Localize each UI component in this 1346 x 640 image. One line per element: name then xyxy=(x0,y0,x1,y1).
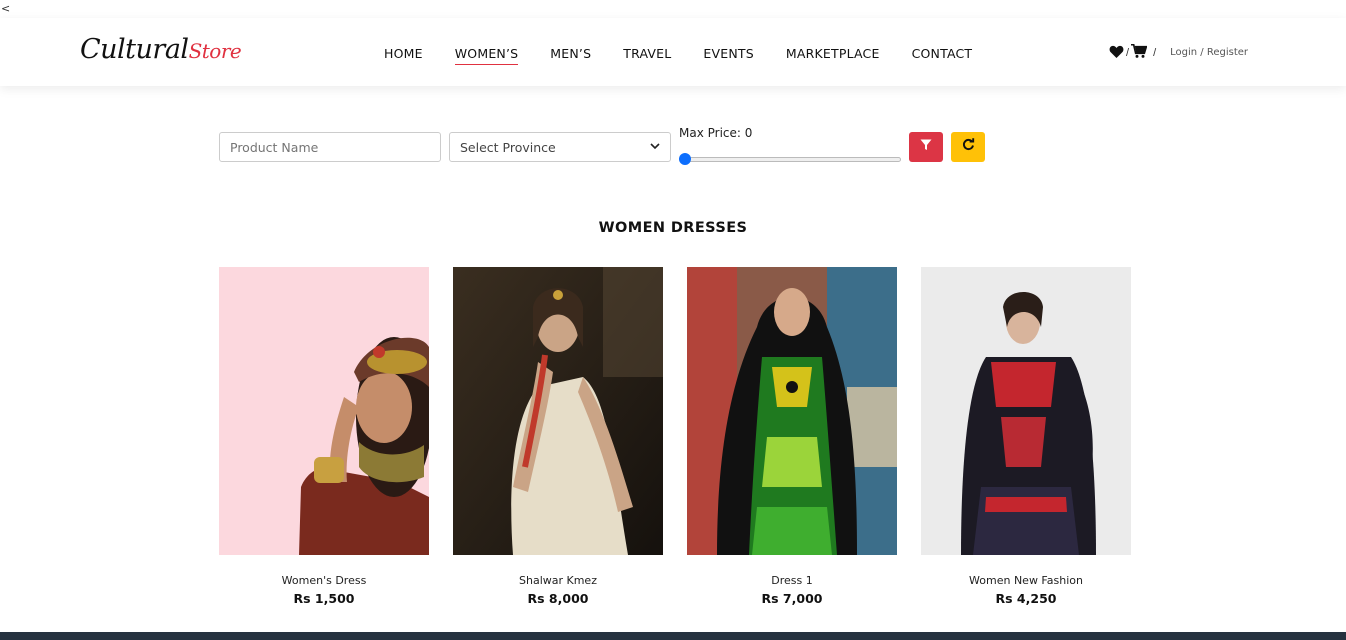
product-name: Dress 1 xyxy=(771,574,813,587)
max-price-slider[interactable] xyxy=(679,153,901,165)
product-card[interactable]: Women New Fashion Rs 4,250 xyxy=(921,267,1131,606)
province-select[interactable]: Select Province xyxy=(449,132,671,162)
nav-contact[interactable]: CONTACT xyxy=(912,46,973,65)
product-name-input[interactable] xyxy=(219,132,441,162)
nav-womens[interactable]: WOMEN’S xyxy=(454,46,519,65)
product-price: Rs 8,000 xyxy=(527,591,589,606)
product-name: Women New Fashion xyxy=(969,574,1083,587)
heart-icon[interactable] xyxy=(1109,45,1124,61)
product-card[interactable]: Shalwar Kmez Rs 8,000 xyxy=(453,267,663,606)
main-nav: HOME WOMEN’S MEN’S TRAVEL EVENTS MARKETP… xyxy=(384,46,1004,65)
nav-events[interactable]: EVENTS xyxy=(703,46,753,65)
nav-user-area: / / Login / Register xyxy=(1109,43,1248,61)
filter-icon xyxy=(920,138,932,156)
filter-button[interactable] xyxy=(909,132,943,162)
product-name: Shalwar Kmez xyxy=(519,574,597,587)
slider-track xyxy=(679,157,901,162)
cart-icon[interactable] xyxy=(1131,43,1148,61)
stray-character: < xyxy=(1,2,11,15)
separator: / xyxy=(1126,46,1130,59)
brand-logo[interactable]: CulturalStore xyxy=(80,34,242,65)
slider-thumb[interactable] xyxy=(679,153,691,165)
product-name: Women's Dress xyxy=(281,574,367,587)
login-register-link[interactable]: Login / Register xyxy=(1170,47,1248,58)
nav-home[interactable]: HOME xyxy=(384,46,423,65)
nav-marketplace[interactable]: MARKETPLACE xyxy=(786,46,880,65)
footer xyxy=(0,632,1346,640)
product-price: Rs 1,500 xyxy=(293,591,355,606)
separator: / xyxy=(1153,46,1157,59)
navbar: CulturalStore HOME WOMEN’S MEN’S TRAVEL … xyxy=(0,18,1346,86)
product-card[interactable]: Women's Dress Rs 1,500 xyxy=(219,267,429,606)
filter-bar: Select Province Max Price: 0 xyxy=(219,124,999,174)
chevron-down-icon xyxy=(650,142,660,153)
max-price-label: Max Price: 0 xyxy=(679,126,753,140)
product-card[interactable]: Dress 1 Rs 7,000 xyxy=(687,267,897,606)
nav-mens[interactable]: MEN’S xyxy=(550,46,591,65)
brand-name: Cultural xyxy=(80,34,189,65)
product-image[interactable] xyxy=(921,267,1131,555)
refresh-icon xyxy=(962,138,975,156)
brand-accent: Store xyxy=(188,39,242,63)
product-price: Rs 4,250 xyxy=(995,591,1057,606)
product-image[interactable] xyxy=(453,267,663,555)
reset-button[interactable] xyxy=(951,132,985,162)
product-image[interactable] xyxy=(219,267,429,555)
section-title: WOMEN DRESSES xyxy=(598,220,748,236)
province-select-value: Select Province xyxy=(460,139,556,155)
product-price: Rs 7,000 xyxy=(761,591,823,606)
nav-travel[interactable]: TRAVEL xyxy=(623,46,671,65)
product-image[interactable] xyxy=(687,267,897,555)
